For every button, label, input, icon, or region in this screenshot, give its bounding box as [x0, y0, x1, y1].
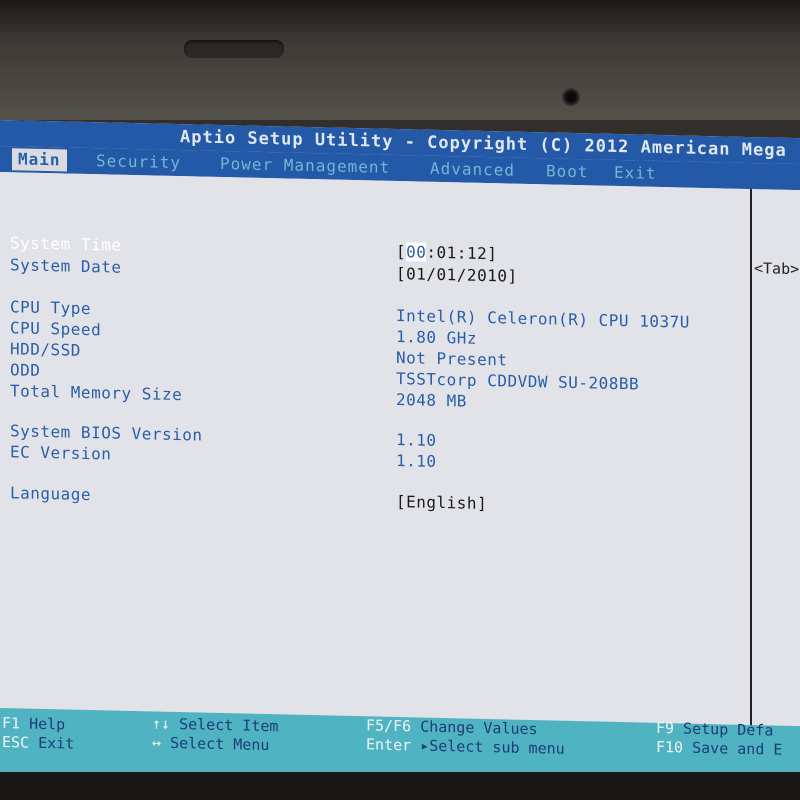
- help-panel: <Tab>: [752, 189, 800, 751]
- hint-f1: F1 Help: [2, 714, 65, 734]
- setting-label: HDD/SSD: [10, 339, 81, 360]
- bezel-top: [0, 0, 800, 120]
- tab-advanced[interactable]: Advanced: [424, 158, 521, 182]
- tab-exit[interactable]: Exit: [608, 162, 663, 185]
- hint-desc: Select Item: [179, 715, 279, 736]
- setting-label: Total Memory Size: [10, 381, 183, 405]
- settings-panel: System Time [00:01:12] System Date [01/0…: [0, 172, 752, 750]
- tab-boot[interactable]: Boot: [540, 160, 595, 183]
- setting-label: EC Version: [10, 442, 112, 464]
- hinge-slot: [184, 40, 284, 58]
- hint-key: F9: [656, 718, 675, 738]
- hint-select-menu: ↔ Select Menu: [152, 733, 269, 755]
- tab-main[interactable]: Main: [12, 148, 67, 172]
- laptop-bezel: Aptio Setup Utility - Copyright (C) 2012…: [0, 0, 800, 800]
- ec-version-value: 1.10: [396, 450, 437, 471]
- hint-key: Enter: [366, 735, 412, 755]
- hint-desc: Setup Defa: [683, 719, 774, 740]
- tab-security[interactable]: Security: [90, 150, 187, 174]
- hint-esc: ESC Exit: [2, 733, 74, 754]
- language-value[interactable]: [English]: [396, 491, 487, 515]
- bios-version-value: 1.10: [396, 429, 437, 450]
- bezel-bottom: [0, 772, 800, 800]
- cpu-speed-value: 1.80 GHz: [396, 326, 478, 348]
- setting-label: System Date: [10, 255, 122, 277]
- setting-label: System Time: [10, 233, 122, 255]
- webcam-icon: [562, 88, 580, 106]
- bios-screen: Aptio Setup Utility - Copyright (C) 2012…: [0, 120, 800, 791]
- hint-key: F10: [656, 737, 684, 757]
- hint-key: F5/F6: [366, 716, 412, 736]
- setting-row-language[interactable]: Language [English]: [0, 482, 750, 521]
- setting-label: ODD: [10, 360, 41, 380]
- arrows-leftright-icon: ↔: [152, 733, 162, 752]
- arrows-updown-icon: ↑↓: [152, 714, 171, 733]
- total-memory-value: 2048 MB: [396, 389, 467, 411]
- help-text: <Tab>: [754, 259, 800, 279]
- hint-desc: Exit: [38, 733, 75, 753]
- hint-desc: ▸Select sub menu: [420, 736, 565, 758]
- hint-desc: Help: [29, 714, 66, 734]
- tab-power-management[interactable]: Power Management: [214, 153, 396, 179]
- time-cursor[interactable]: 00: [406, 242, 427, 262]
- hint-key: ESC: [2, 733, 30, 752]
- hint-desc: Save and E: [692, 738, 783, 759]
- setting-label: Language: [10, 483, 92, 505]
- hint-desc: Select Menu: [170, 733, 270, 755]
- bracket-open: [: [396, 241, 407, 262]
- hint-enter: Enter ▸Select sub menu: [366, 735, 565, 759]
- hint-key: F1: [2, 714, 21, 733]
- hint-desc: Change Values: [420, 717, 538, 739]
- system-time-value[interactable]: [00:01:12]: [396, 241, 497, 265]
- time-rest: :01:12]: [426, 242, 498, 264]
- hint-f10: F10 Save and E: [656, 738, 782, 760]
- setting-label: CPU Type: [10, 297, 92, 319]
- system-date-value[interactable]: [01/01/2010]: [396, 263, 518, 288]
